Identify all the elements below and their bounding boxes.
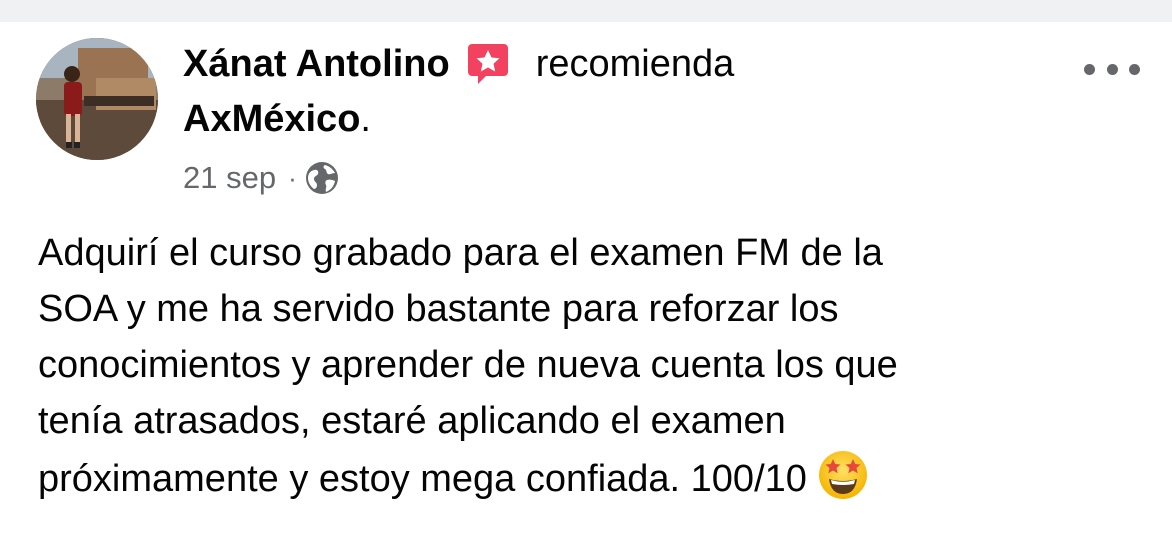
meta-separator: ·	[288, 162, 297, 193]
body-line: Adquirí el curso grabado para el examen …	[38, 232, 883, 274]
body-line: conocimientos y aprender de nueva cuenta…	[38, 344, 898, 386]
body-line: tenía atrasados, estaré aplicando el exa…	[38, 400, 786, 442]
page-name-link[interactable]: AxMéxico	[183, 98, 360, 140]
post-body: Adquirí el curso grabado para el examen …	[38, 225, 1138, 507]
post-meta: 21 sep ·	[183, 158, 339, 198]
post-header: Xánat Antolino recomienda	[183, 40, 734, 88]
star-struck-emoji-icon	[817, 449, 869, 501]
top-strip	[0, 0, 1172, 22]
more-dot	[1106, 63, 1118, 75]
page-suffix: .	[360, 98, 371, 140]
body-line: próximamente y estoy mega confiada. 100/…	[38, 458, 807, 500]
recommended-page-line: AxMéxico.	[183, 98, 371, 141]
more-options-icon[interactable]	[1084, 54, 1140, 84]
action-text: recomienda	[535, 42, 735, 85]
more-dot	[1084, 63, 1095, 75]
avatar[interactable]	[36, 38, 158, 160]
recommendation-post: Xánat Antolino recomienda AxMéxico. 21 s…	[0, 22, 1172, 544]
author-name[interactable]: Xánat Antolino	[183, 43, 450, 86]
body-line: SOA y me ha servido bastante para reforz…	[38, 288, 839, 330]
globe-icon[interactable]	[305, 161, 339, 195]
more-dot	[1129, 63, 1140, 75]
recommend-star-badge-icon	[466, 40, 510, 88]
timestamp[interactable]: 21 sep	[183, 160, 276, 196]
